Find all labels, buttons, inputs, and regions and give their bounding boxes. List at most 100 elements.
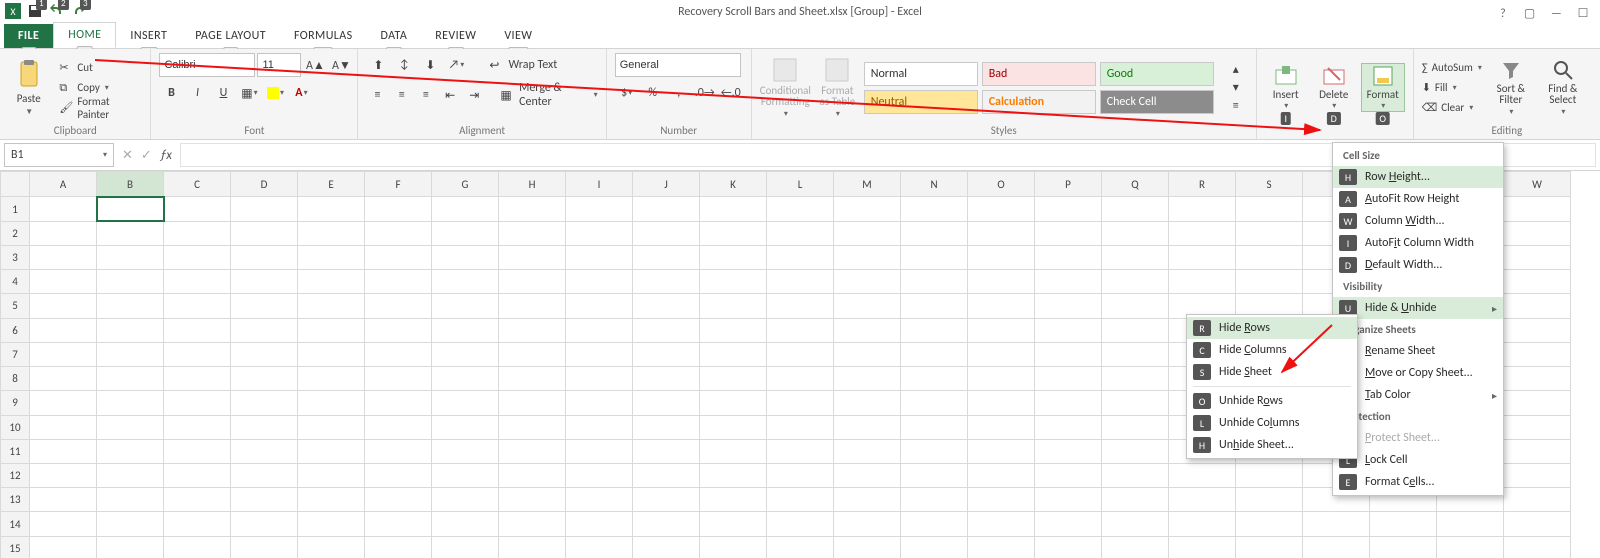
menu-autofit-row-height[interactable]: A AutoFit Row Height: [1333, 188, 1503, 210]
cell[interactable]: [1504, 221, 1571, 245]
cell[interactable]: [365, 415, 432, 439]
cell[interactable]: [633, 197, 700, 221]
cell[interactable]: [1102, 318, 1169, 342]
row-header[interactable]: 3: [1, 245, 30, 269]
cell[interactable]: [164, 536, 231, 558]
cell[interactable]: [97, 270, 164, 294]
cell[interactable]: [1169, 245, 1236, 269]
cell[interactable]: [97, 536, 164, 558]
menu-hide-sheet[interactable]: S Hide Sheet: [1187, 361, 1357, 383]
decrease-indent-icon[interactable]: ⇤: [439, 83, 461, 107]
cell[interactable]: [1035, 197, 1102, 221]
increase-decimal-icon[interactable]: .0→: [693, 81, 717, 105]
cell[interactable]: [298, 512, 365, 536]
cell[interactable]: [767, 439, 834, 463]
cell[interactable]: [432, 197, 499, 221]
cell[interactable]: [901, 221, 968, 245]
style-good[interactable]: Good: [1100, 62, 1214, 86]
cell[interactable]: [30, 464, 97, 488]
row-header[interactable]: 9: [1, 391, 30, 415]
cell[interactable]: [231, 197, 298, 221]
tab-view[interactable]: VIEW W: [490, 24, 546, 48]
style-calculation[interactable]: Calculation: [982, 90, 1096, 114]
cell[interactable]: [432, 294, 499, 318]
cell[interactable]: [231, 512, 298, 536]
help-icon[interactable]: ?: [1492, 5, 1514, 23]
cell[interactable]: [834, 221, 901, 245]
menu-row-height[interactable]: H Row Height...: [1333, 166, 1503, 188]
font-color-button[interactable]: A▾: [289, 81, 313, 105]
cell[interactable]: [1504, 294, 1571, 318]
cell[interactable]: [365, 270, 432, 294]
cell[interactable]: [633, 512, 700, 536]
menu-hide-rows[interactable]: R Hide Rows: [1187, 317, 1357, 339]
cell[interactable]: [901, 318, 968, 342]
cell[interactable]: [767, 294, 834, 318]
align-right-icon[interactable]: ≡: [415, 83, 437, 107]
cell[interactable]: [834, 536, 901, 558]
cell[interactable]: [1035, 415, 1102, 439]
cell[interactable]: [1035, 367, 1102, 391]
cell[interactable]: [432, 221, 499, 245]
column-header[interactable]: F: [365, 172, 432, 197]
cell[interactable]: [1102, 367, 1169, 391]
cell[interactable]: [901, 197, 968, 221]
cell[interactable]: [97, 464, 164, 488]
cell[interactable]: [231, 342, 298, 366]
cell[interactable]: [231, 221, 298, 245]
row-header[interactable]: 14: [1, 512, 30, 536]
cell[interactable]: [365, 318, 432, 342]
cell[interactable]: [97, 367, 164, 391]
cell[interactable]: [30, 221, 97, 245]
menu-rename-sheet[interactable]: R Rename Sheet: [1333, 340, 1503, 362]
delete-cells-button[interactable]: Delete▾ D: [1313, 64, 1355, 111]
cell[interactable]: [1169, 221, 1236, 245]
cell[interactable]: [566, 536, 633, 558]
cell[interactable]: [1035, 270, 1102, 294]
cell[interactable]: [566, 342, 633, 366]
column-header[interactable]: J: [633, 172, 700, 197]
cell[interactable]: [901, 439, 968, 463]
cell[interactable]: [432, 391, 499, 415]
cell[interactable]: [298, 464, 365, 488]
menu-move-copy-sheet[interactable]: M Move or Copy Sheet...: [1333, 362, 1503, 384]
cell[interactable]: [901, 512, 968, 536]
cell[interactable]: [700, 197, 767, 221]
cell[interactable]: [700, 488, 767, 512]
cell[interactable]: [767, 464, 834, 488]
column-header[interactable]: M: [834, 172, 901, 197]
cell[interactable]: [30, 488, 97, 512]
menu-autofit-column-width[interactable]: I AutoFit Column Width: [1333, 232, 1503, 254]
format-as-table-button[interactable]: Format as Table▾: [817, 57, 858, 119]
cell[interactable]: [499, 488, 566, 512]
column-header[interactable]: R: [1169, 172, 1236, 197]
cell[interactable]: [499, 391, 566, 415]
cell[interactable]: [298, 197, 365, 221]
cell[interactable]: [231, 294, 298, 318]
cell[interactable]: [298, 415, 365, 439]
align-left-icon[interactable]: ≡: [366, 83, 388, 107]
tab-insert[interactable]: INSERT N: [116, 24, 181, 48]
cell[interactable]: [700, 221, 767, 245]
enter-formula-icon[interactable]: ✓: [141, 148, 152, 163]
cell[interactable]: [767, 245, 834, 269]
cell[interactable]: [633, 270, 700, 294]
cell[interactable]: [97, 294, 164, 318]
cell[interactable]: [432, 512, 499, 536]
cell[interactable]: [164, 464, 231, 488]
cell[interactable]: [1504, 270, 1571, 294]
cell[interactable]: [834, 439, 901, 463]
cell[interactable]: [365, 536, 432, 558]
column-header[interactable]: O: [968, 172, 1035, 197]
cell[interactable]: [1035, 439, 1102, 463]
cell[interactable]: [499, 464, 566, 488]
cell[interactable]: [298, 294, 365, 318]
cut-button[interactable]: ✂ Cut: [55, 59, 142, 77]
cell[interactable]: [767, 318, 834, 342]
cell[interactable]: [164, 245, 231, 269]
cell[interactable]: [700, 367, 767, 391]
cell[interactable]: [30, 512, 97, 536]
cell[interactable]: [1035, 391, 1102, 415]
row-header[interactable]: 6: [1, 318, 30, 342]
cell[interactable]: [1035, 536, 1102, 558]
